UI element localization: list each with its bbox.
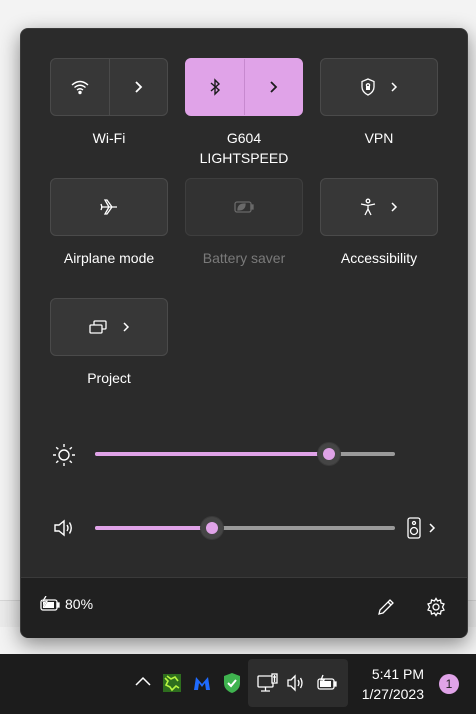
speaker-icon[interactable] <box>53 518 75 538</box>
chevron-right-icon <box>428 522 436 534</box>
battery-charging-icon <box>39 596 61 612</box>
speaker-device-icon <box>406 516 422 540</box>
volume-slider-thumb[interactable] <box>201 517 223 539</box>
notification-badge[interactable]: 1 <box>439 674 459 694</box>
green-app-icon[interactable] <box>162 673 182 693</box>
bluetooth-icon <box>209 78 221 96</box>
accessibility-label: Accessibility <box>340 250 418 266</box>
network-icon <box>257 673 279 693</box>
quick-settings-footer: 80% <box>21 577 467 638</box>
system-tray-group[interactable] <box>248 659 348 707</box>
wifi-label: Wi-Fi <box>92 130 126 146</box>
brightness-slider-thumb[interactable] <box>318 443 340 465</box>
chevron-right-icon <box>390 81 398 93</box>
bluetooth-label: G604 LIGHTSPEED <box>169 128 319 168</box>
accessibility-tile[interactable] <box>320 178 438 236</box>
battery-saver-tile[interactable] <box>185 178 303 236</box>
taskbar: 5:41 PM 1/27/2023 <box>0 654 476 714</box>
chevron-up-icon[interactable] <box>134 674 152 688</box>
quick-settings-panel: Wi-Fi G604 LIGHTSPEED VPN Airplane mode … <box>20 28 468 638</box>
malwarebytes-icon[interactable] <box>192 674 212 692</box>
wifi-expand-button[interactable] <box>109 59 167 115</box>
chevron-right-icon <box>122 321 130 333</box>
project-tile[interactable] <box>50 298 168 356</box>
clock-date: 1/27/2023 <box>361 686 424 702</box>
volume-slider-fill <box>95 526 212 530</box>
audio-output-button[interactable] <box>406 516 436 540</box>
accessibility-icon <box>360 198 376 216</box>
wifi-toggle[interactable] <box>51 59 109 115</box>
project-icon <box>88 319 108 335</box>
chevron-right-icon <box>268 80 278 94</box>
shield-icon <box>360 78 376 96</box>
brightness-slider-fill <box>95 452 329 456</box>
clock-time: 5:41 PM <box>371 666 424 682</box>
vpn-label: VPN <box>364 130 394 146</box>
battery-status-button[interactable]: 80% <box>39 596 93 612</box>
clock[interactable]: 5:41 PM 1/27/2023 <box>362 664 424 704</box>
wifi-icon <box>70 79 90 95</box>
gear-icon[interactable] <box>426 597 446 617</box>
wifi-tile <box>50 58 168 116</box>
airplane-icon <box>99 198 119 216</box>
battery-percentage: 80% <box>65 596 94 612</box>
bluetooth-device-name-line2: LIGHTSPEED <box>199 150 289 166</box>
bluetooth-expand-button[interactable] <box>244 59 302 115</box>
airplane-mode-label: Airplane mode <box>63 250 155 266</box>
chevron-right-icon <box>133 80 143 94</box>
vpn-tile[interactable] <box>320 58 438 116</box>
battery-icon <box>316 674 338 692</box>
shield-check-icon[interactable] <box>222 672 242 694</box>
bluetooth-device-name: G604 <box>226 130 262 146</box>
battery-saver-label: Battery saver <box>202 250 286 266</box>
battery-saver-icon <box>233 200 255 214</box>
bluetooth-tile <box>185 58 303 116</box>
pencil-icon[interactable] <box>376 597 396 617</box>
chevron-right-icon <box>390 201 398 213</box>
sun-icon <box>52 443 76 467</box>
airplane-mode-tile[interactable] <box>50 178 168 236</box>
volume-icon <box>286 674 306 692</box>
bluetooth-toggle[interactable] <box>186 59 244 115</box>
project-label: Project <box>87 370 131 386</box>
